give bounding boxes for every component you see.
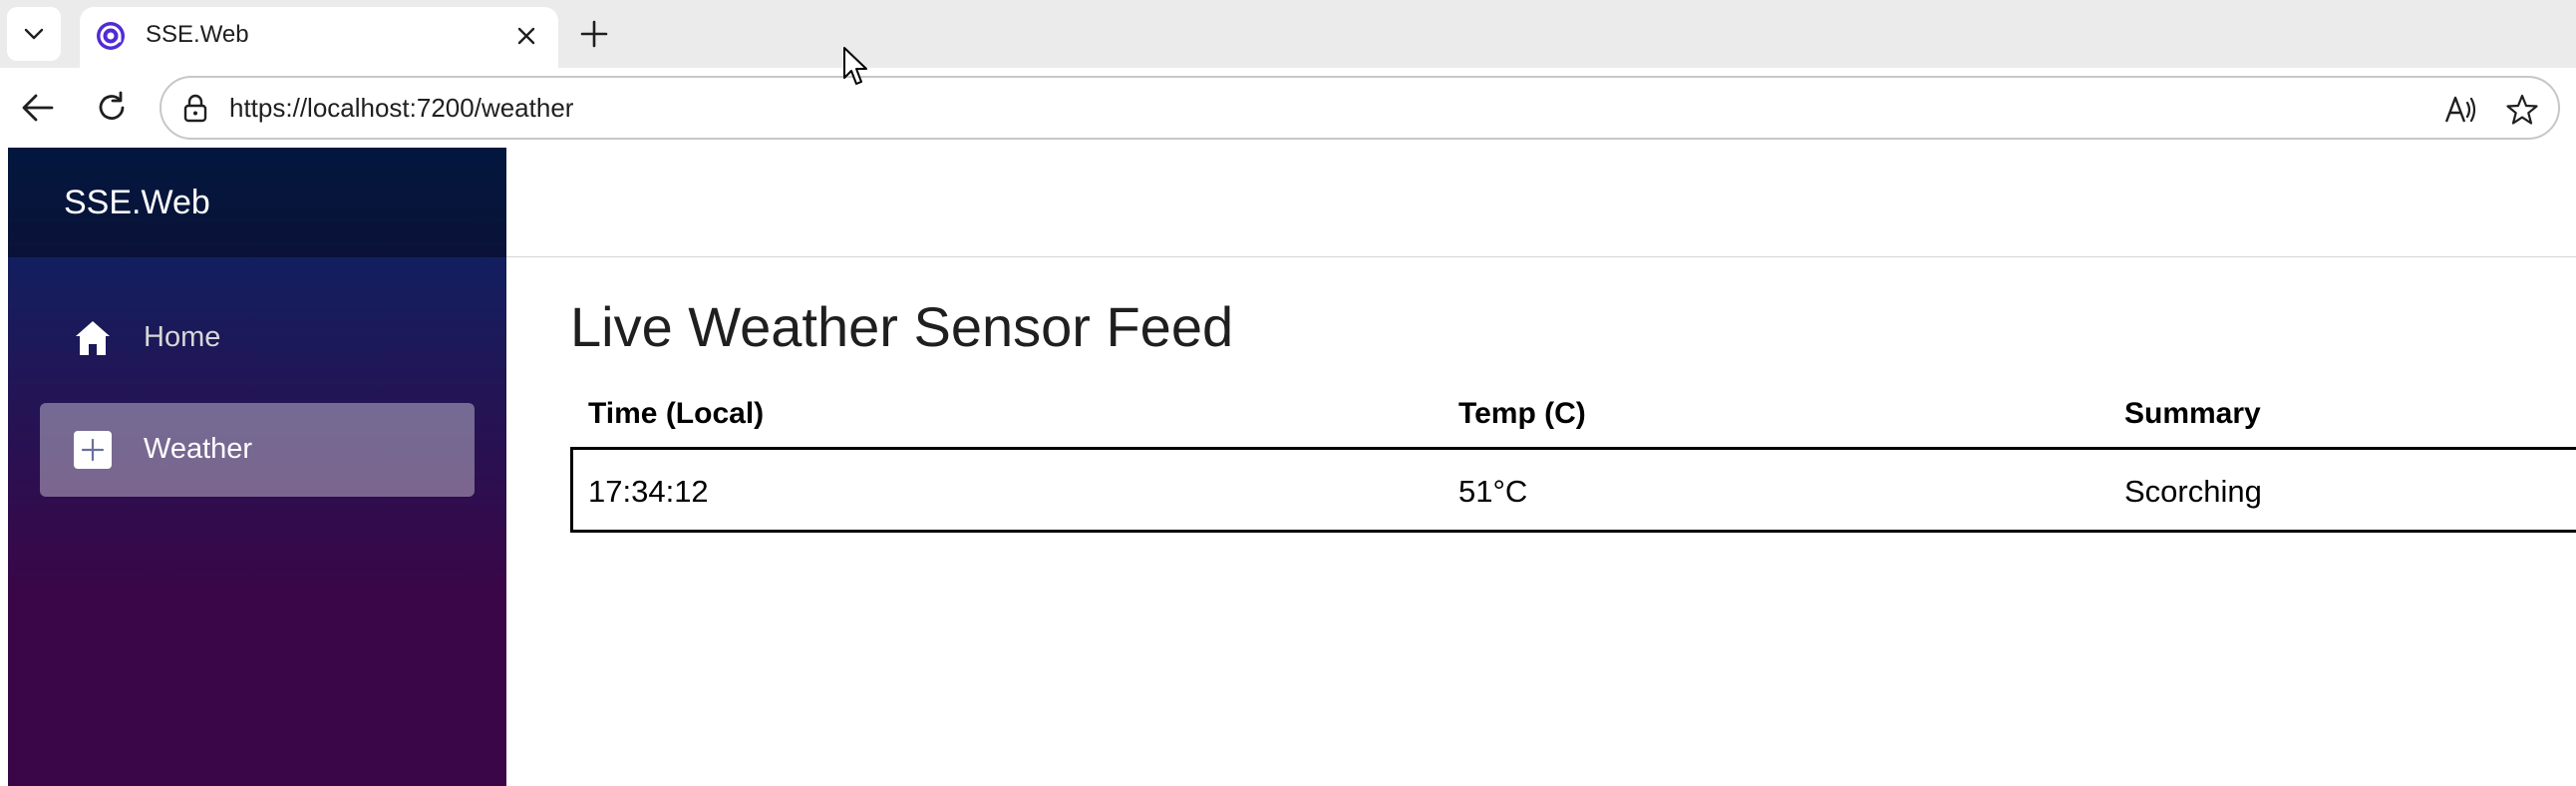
star-icon xyxy=(2506,94,2538,125)
sidebar-item-label: Weather xyxy=(144,433,253,465)
close-icon xyxy=(517,27,535,45)
tab-close-button[interactable] xyxy=(512,22,540,50)
read-aloud-icon xyxy=(2444,96,2476,123)
read-aloud-button[interactable] xyxy=(2440,90,2480,130)
plus-square-icon xyxy=(74,431,112,469)
arrow-left-icon xyxy=(22,94,54,122)
top-row xyxy=(506,148,2576,257)
column-header-temp: Temp (C) xyxy=(1458,397,1586,430)
page-title: Live Weather Sensor Feed xyxy=(570,295,1234,358)
lock-icon[interactable] xyxy=(179,92,211,124)
refresh-icon xyxy=(99,91,125,120)
sidebar-item-label: Home xyxy=(144,321,221,353)
tab-list-button[interactable] xyxy=(7,7,61,61)
main-content: Live Weather Sensor Feed Time (Local) Te… xyxy=(506,148,2576,786)
url-text[interactable]: https://localhost:7200/weather xyxy=(229,93,573,124)
brand-bar: SSE.Web xyxy=(8,148,506,257)
page-viewport: SSE.Web Home Weather Live Weather Sensor… xyxy=(8,148,2576,786)
browser-toolbar: https://localhost:7200/weather xyxy=(0,68,2576,148)
sidebar: SSE.Web Home Weather xyxy=(8,148,506,786)
column-header-summary: Summary xyxy=(2124,397,2261,430)
back-button[interactable] xyxy=(14,84,62,132)
blazor-favicon-icon xyxy=(97,22,125,50)
cell-temp: 51°C xyxy=(1458,474,1528,509)
address-bar[interactable]: https://localhost:7200/weather xyxy=(160,76,2560,140)
home-icon xyxy=(76,321,110,355)
table-row: 17:34:12 51°C Scorching xyxy=(570,447,2576,533)
weather-table: Time (Local) Temp (C) Summary 17:34:12 5… xyxy=(570,375,2576,533)
plus-icon xyxy=(580,20,608,48)
mouse-cursor-icon xyxy=(843,47,867,85)
browser-tabstrip: SSE.Web xyxy=(0,0,2576,68)
chevron-down-icon xyxy=(24,28,44,40)
cell-time: 17:34:12 xyxy=(588,474,709,509)
cell-summary: Scorching xyxy=(2124,474,2262,509)
favorite-button[interactable] xyxy=(2502,90,2542,130)
browser-tab-active[interactable]: SSE.Web xyxy=(80,7,558,68)
tab-title: SSE.Web xyxy=(146,21,249,48)
sidebar-item-home[interactable]: Home xyxy=(40,291,475,385)
column-header-time: Time (Local) xyxy=(588,397,765,430)
app-brand-link[interactable]: SSE.Web xyxy=(64,184,210,222)
table-header-row: Time (Local) Temp (C) Summary xyxy=(570,375,2576,447)
refresh-button[interactable] xyxy=(88,84,136,132)
sidebar-item-weather[interactable]: Weather xyxy=(40,403,475,497)
new-tab-button[interactable] xyxy=(572,12,616,56)
